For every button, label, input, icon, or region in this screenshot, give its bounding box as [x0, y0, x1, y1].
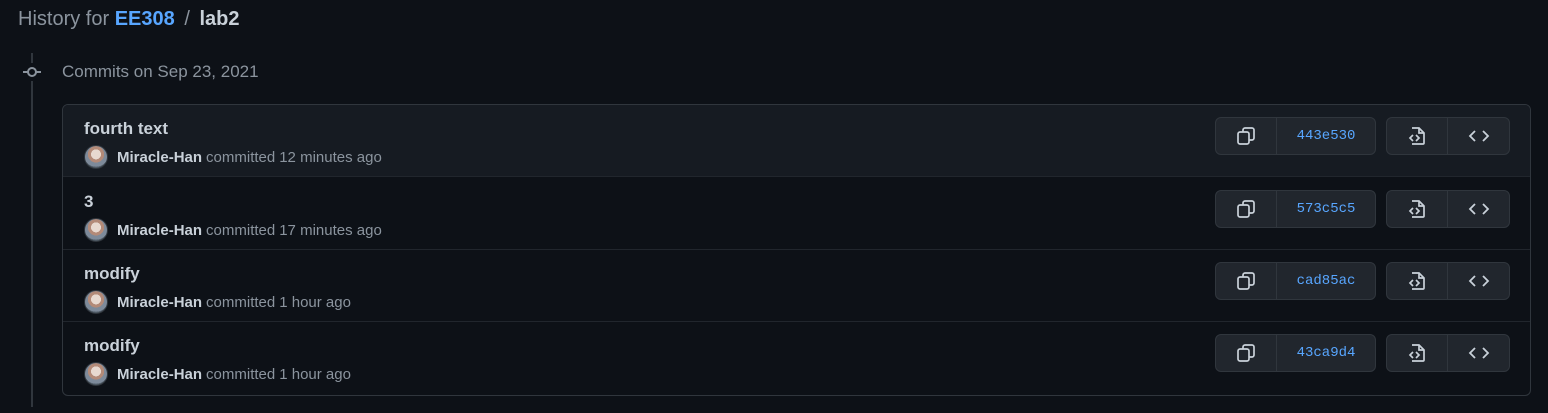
- view-files-button[interactable]: [1387, 191, 1448, 227]
- code-icon: [1468, 130, 1489, 142]
- breadcrumb: History for EE308 / lab2: [18, 6, 239, 32]
- commit-time: 17 minutes ago: [279, 221, 382, 239]
- commit-sha-link[interactable]: 443e530: [1277, 118, 1375, 154]
- author-link[interactable]: Miracle-Han: [117, 294, 202, 311]
- breadcrumb-separator: /: [184, 8, 190, 30]
- commit-sha-link[interactable]: 43ca9d4: [1277, 335, 1375, 371]
- commit-verb: committed: [206, 148, 276, 166]
- copy-sha-button[interactable]: [1216, 118, 1277, 154]
- commit-time: 1 hour ago: [279, 365, 351, 383]
- code-icon: [1468, 275, 1489, 287]
- browse-code-button[interactable]: [1448, 263, 1509, 299]
- repo-link[interactable]: EE308: [115, 8, 175, 30]
- avatar[interactable]: [84, 145, 108, 169]
- file-diff-icon: [1408, 127, 1425, 145]
- history-label: History for: [18, 8, 110, 30]
- browse-button-group: [1386, 190, 1510, 228]
- file-diff-icon: [1408, 200, 1425, 218]
- commit-sha-link[interactable]: 573c5c5: [1277, 191, 1375, 227]
- commit-row: fourth text Miracle-Han committed 12 min…: [63, 105, 1530, 177]
- copy-sha-button[interactable]: [1216, 335, 1277, 371]
- commit-meta: Miracle-Han committed 1 hour ago: [84, 362, 351, 386]
- copy-icon: [1237, 127, 1255, 145]
- author-link[interactable]: Miracle-Han: [117, 366, 202, 383]
- code-icon: [1468, 347, 1489, 359]
- avatar[interactable]: [84, 290, 108, 314]
- sha-button-group: 573c5c5: [1215, 190, 1376, 228]
- commit-verb: committed: [206, 365, 276, 383]
- git-commit-icon: [22, 63, 42, 81]
- copy-sha-button[interactable]: [1216, 191, 1277, 227]
- browse-code-button[interactable]: [1448, 191, 1509, 227]
- commit-verb: committed: [206, 221, 276, 239]
- commit-sha-link[interactable]: cad85ac: [1277, 263, 1375, 299]
- browse-button-group: [1386, 262, 1510, 300]
- commit-time: 12 minutes ago: [279, 148, 382, 166]
- code-icon: [1468, 203, 1489, 215]
- commit-meta: Miracle-Han committed 17 minutes ago: [84, 218, 382, 242]
- commit-message-link[interactable]: modify: [84, 263, 140, 285]
- sha-button-group: 43ca9d4: [1215, 334, 1376, 372]
- avatar[interactable]: [84, 362, 108, 386]
- copy-icon: [1237, 200, 1255, 218]
- author-link[interactable]: Miracle-Han: [117, 149, 202, 166]
- commit-list: fourth text Miracle-Han committed 12 min…: [62, 104, 1531, 396]
- copy-icon: [1237, 272, 1255, 290]
- commit-message-link[interactable]: modify: [84, 335, 140, 357]
- commit-meta: Miracle-Han committed 1 hour ago: [84, 290, 351, 314]
- view-files-button[interactable]: [1387, 263, 1448, 299]
- avatar[interactable]: [84, 218, 108, 242]
- commit-group-title: Commits on Sep 23, 2021: [62, 62, 259, 81]
- browse-code-button[interactable]: [1448, 335, 1509, 371]
- commit-verb: committed: [206, 293, 276, 311]
- commit-message-link[interactable]: fourth text: [84, 118, 168, 140]
- author-link[interactable]: Miracle-Han: [117, 222, 202, 239]
- copy-icon: [1237, 344, 1255, 362]
- copy-sha-button[interactable]: [1216, 263, 1277, 299]
- commit-meta: Miracle-Han committed 12 minutes ago: [84, 145, 382, 169]
- timeline-line: [31, 53, 33, 407]
- browse-button-group: [1386, 334, 1510, 372]
- file-path: lab2: [199, 8, 240, 30]
- view-files-button[interactable]: [1387, 335, 1448, 371]
- file-diff-icon: [1408, 272, 1425, 290]
- sha-button-group: 443e530: [1215, 117, 1376, 155]
- commit-row: 3 Miracle-Han committed 17 minutes ago 5…: [63, 178, 1530, 250]
- browse-button-group: [1386, 117, 1510, 155]
- commit-time: 1 hour ago: [279, 293, 351, 311]
- view-files-button[interactable]: [1387, 118, 1448, 154]
- commit-row: modify Miracle-Han committed 1 hour ago …: [63, 322, 1530, 394]
- commit-message-link[interactable]: 3: [84, 191, 93, 213]
- commit-row: modify Miracle-Han committed 1 hour ago …: [63, 250, 1530, 322]
- file-diff-icon: [1408, 344, 1425, 362]
- browse-code-button[interactable]: [1448, 118, 1509, 154]
- sha-button-group: cad85ac: [1215, 262, 1376, 300]
